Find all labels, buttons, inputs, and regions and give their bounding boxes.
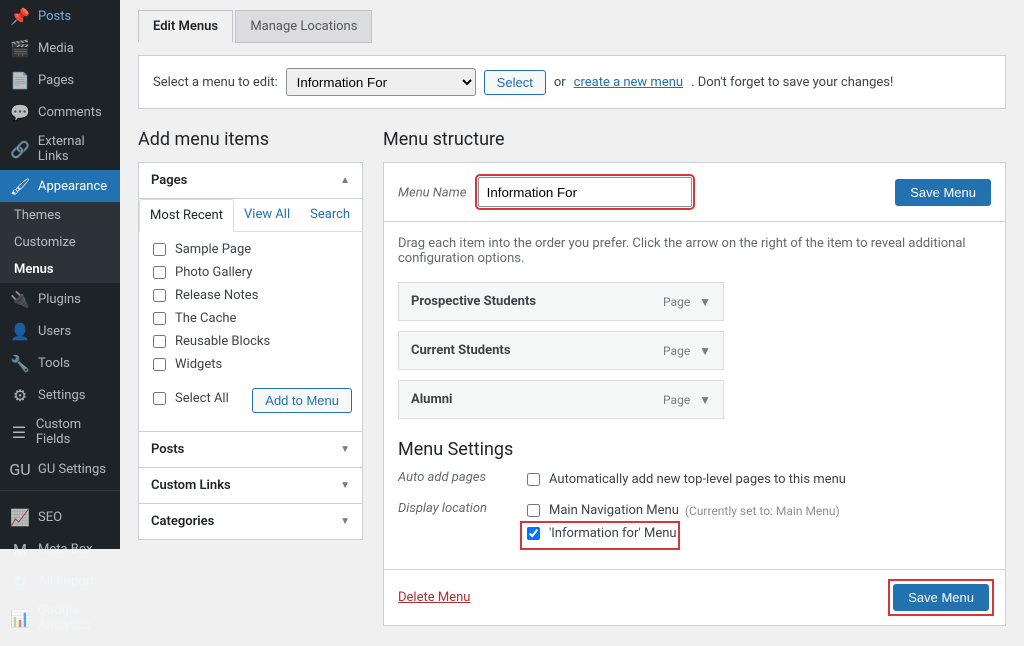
save-menu-button-top[interactable]: Save Menu	[895, 179, 991, 206]
select-menu-label: Select a menu to edit:	[153, 75, 278, 90]
page-checkbox[interactable]	[153, 358, 166, 371]
sidebar-item-gu-settings[interactable]: GU GU Settings	[0, 453, 120, 485]
location-main-nav[interactable]: Main Navigation Menu (Currently set to: …	[523, 501, 840, 520]
sidebar-label: Tools	[38, 356, 70, 371]
sidebar-label: External Links	[38, 134, 110, 164]
selbar-tail: . Don't forget to save your changes!	[691, 75, 893, 90]
page-item[interactable]: Photo Gallery	[149, 261, 352, 284]
sidebar-label: Comments	[38, 105, 102, 120]
sidebar-icon: 📄	[10, 70, 30, 90]
chevron-up-icon: ▲	[340, 175, 350, 186]
page-checkbox[interactable]	[153, 243, 166, 256]
sidebar-icon: 🔧	[10, 353, 30, 373]
sidebar-icon: ☰	[10, 422, 28, 442]
location-main-nav-checkbox[interactable]	[527, 504, 540, 517]
auto-add-option[interactable]: Automatically add new top-level pages to…	[523, 470, 846, 489]
menu-item[interactable]: Prospective StudentsPage ▼	[398, 282, 724, 321]
drag-hint: Drag each item into the order you prefer…	[398, 236, 991, 266]
display-location-label: Display location	[398, 501, 523, 516]
page-checkbox[interactable]	[153, 289, 166, 302]
menu-structure-title: Menu structure	[383, 129, 1006, 150]
sidebar-icon: GU	[10, 459, 30, 479]
location-info-for[interactable]: 'Information for' Menu	[523, 524, 677, 543]
sidebar-sub-themes[interactable]: Themes	[0, 202, 120, 229]
sidebar-label: Custom Fields	[36, 417, 110, 447]
sidebar-icon: 🎬	[10, 38, 30, 58]
accordion-posts[interactable]: Posts▼	[139, 432, 362, 467]
sidebar-label: Appearance	[38, 179, 107, 194]
sidebar-item-external-links[interactable]: 🔗 External Links	[0, 128, 120, 170]
accordion-custom-links[interactable]: Custom Links▼	[139, 468, 362, 503]
select-button[interactable]: Select	[484, 70, 546, 95]
sidebar-icon: 🔌	[10, 289, 30, 309]
sidebar-item-tools[interactable]: 🔧 Tools	[0, 347, 120, 379]
menu-name-input[interactable]	[478, 177, 692, 207]
chevron-down-icon: ▼	[340, 444, 350, 455]
add-items-title: Add menu items	[138, 129, 363, 150]
sidebar-item-pages[interactable]: 📄 Pages	[0, 64, 120, 96]
page-item[interactable]: Reusable Blocks	[149, 330, 352, 353]
sidebar-label: Pages	[38, 73, 74, 88]
subtab-most-recent[interactable]: Most Recent	[139, 199, 234, 232]
sidebar-item-users[interactable]: 👤 Users	[0, 315, 120, 347]
page-checkbox[interactable]	[153, 335, 166, 348]
sidebar-item-custom-fields[interactable]: ☰ Custom Fields	[0, 411, 120, 453]
chevron-down-icon: ▼	[340, 480, 350, 491]
add-to-menu-button[interactable]: Add to Menu	[252, 388, 352, 413]
auto-add-checkbox[interactable]	[527, 473, 540, 486]
sidebar-item-posts[interactable]: 📌 Posts	[0, 0, 120, 32]
page-item[interactable]: The Cache	[149, 307, 352, 330]
location-info-for-checkbox[interactable]	[527, 527, 540, 540]
sidebar-icon: 💬	[10, 102, 30, 122]
page-checkbox[interactable]	[153, 312, 166, 325]
create-menu-link[interactable]: create a new menu	[574, 75, 683, 90]
sidebar-label: SEO	[38, 510, 62, 525]
sidebar-icon: 🔗	[10, 139, 30, 159]
page-checkbox[interactable]	[153, 266, 166, 279]
sidebar-label: Media	[38, 41, 74, 56]
sidebar-label: Posts	[38, 9, 71, 24]
subtab-search[interactable]: Search	[300, 199, 360, 231]
menu-settings-title: Menu Settings	[398, 439, 991, 460]
sidebar-item-media[interactable]: 🎬 Media	[0, 32, 120, 64]
sidebar-item-settings[interactable]: ⚙ Settings	[0, 379, 120, 411]
location-note: (Currently set to: Main Menu)	[685, 504, 840, 518]
subtab-view-all[interactable]: View All	[234, 199, 300, 231]
page-item[interactable]: Widgets	[149, 353, 352, 376]
sidebar-icon: 👤	[10, 321, 30, 341]
page-item[interactable]: Sample Page	[149, 238, 352, 261]
sidebar-icon: 📈	[10, 507, 30, 527]
accordion-categories[interactable]: Categories▼	[139, 504, 362, 539]
menu-item[interactable]: AlumniPage ▼	[398, 380, 724, 419]
sidebar-icon: 📌	[10, 6, 30, 26]
or-text: or	[554, 75, 566, 90]
sidebar-icon: 🖌	[10, 176, 30, 196]
sidebar-item-plugins[interactable]: 🔌 Plugins	[0, 283, 120, 315]
accordion-pages[interactable]: Pages▲	[139, 163, 362, 198]
menu-item[interactable]: Current StudentsPage ▼	[398, 331, 724, 370]
save-menu-button-bottom[interactable]: Save Menu	[893, 584, 989, 611]
select-menu-bar: Select a menu to edit: Information For S…	[138, 55, 1006, 109]
select-all[interactable]: Select All	[149, 389, 229, 408]
menu-select[interactable]: Information For	[286, 68, 476, 96]
tab-edit-menus[interactable]: Edit Menus	[138, 10, 233, 43]
tab-manage-locations[interactable]: Manage Locations	[235, 10, 372, 43]
page-item[interactable]: Release Notes	[149, 284, 352, 307]
sidebar-label: Settings	[38, 388, 85, 403]
sidebar-label: GU Settings	[38, 462, 106, 477]
sidebar-sub-customize[interactable]: Customize	[0, 229, 120, 256]
delete-menu-link[interactable]: Delete Menu	[398, 590, 470, 605]
sidebar-item-comments[interactable]: 💬 Comments	[0, 96, 120, 128]
sidebar-sub-menus[interactable]: Menus	[0, 256, 120, 283]
auto-add-label: Auto add pages	[398, 470, 523, 485]
sidebar-label: Users	[38, 324, 71, 339]
sidebar-item-appearance[interactable]: 🖌 Appearance	[0, 170, 120, 202]
sidebar-icon: ⚙	[10, 385, 30, 405]
menu-name-label: Menu Name	[398, 186, 466, 201]
chevron-down-icon: ▼	[340, 516, 350, 527]
page-list[interactable]: Sample PagePhoto GalleryRelease NotesThe…	[139, 232, 362, 380]
sidebar-item-seo[interactable]: 📈 SEO	[0, 501, 120, 533]
sidebar-label: Plugins	[38, 292, 81, 307]
select-all-checkbox[interactable]	[153, 392, 166, 405]
